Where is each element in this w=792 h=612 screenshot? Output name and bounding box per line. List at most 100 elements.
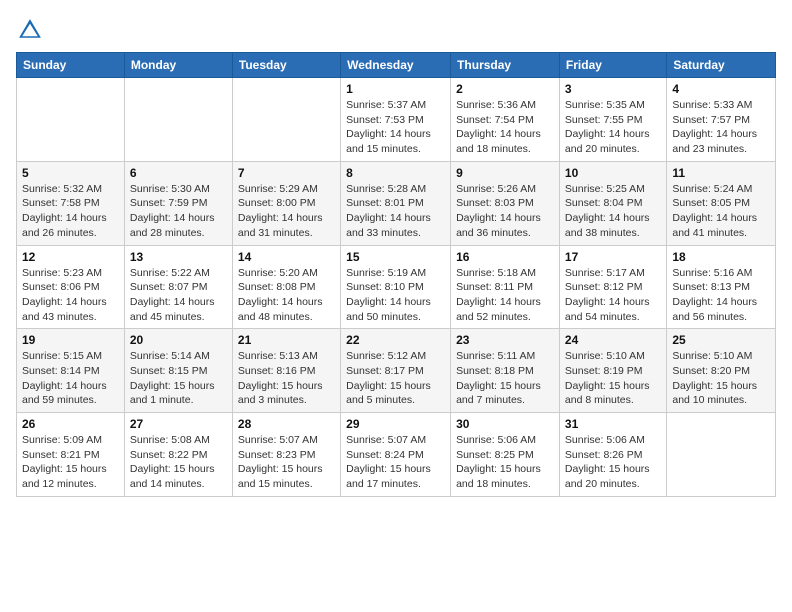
day-number: 25 <box>672 333 770 347</box>
week-row-2: 5 Sunrise: 5:32 AM Sunset: 7:58 PM Daylig… <box>17 161 776 245</box>
day-info: Sunrise: 5:17 AM Sunset: 8:12 PM Dayligh… <box>565 266 661 325</box>
week-row-3: 12 Sunrise: 5:23 AM Sunset: 8:06 PM Dayli… <box>17 245 776 329</box>
logo-icon <box>16 16 44 44</box>
day-number: 5 <box>22 166 119 180</box>
day-info: Sunrise: 5:06 AM Sunset: 8:25 PM Dayligh… <box>456 433 554 492</box>
day-number: 27 <box>130 417 227 431</box>
page-header <box>16 16 776 44</box>
day-header-monday: Monday <box>124 53 232 78</box>
logo <box>16 16 48 44</box>
calendar-cell: 31Sunrise: 5:06 AM Sunset: 8:26 PM Dayli… <box>559 413 666 497</box>
calendar-cell: 13 Sunrise: 5:22 AM Sunset: 8:07 PM Dayli… <box>124 245 232 329</box>
day-number: 16 <box>456 250 554 264</box>
day-info: Sunrise: 5:10 AM Sunset: 8:19 PM Dayligh… <box>565 349 661 408</box>
day-number: 4 <box>672 82 770 96</box>
day-info: Sunrise: 5:22 AM Sunset: 8:07 PM Dayligh… <box>130 266 227 325</box>
calendar-cell: 7 Sunrise: 5:29 AM Sunset: 8:00 PM Daylig… <box>232 161 340 245</box>
day-info: Sunrise: 5:09 AM Sunset: 8:21 PM Dayligh… <box>22 433 119 492</box>
day-number: 28 <box>238 417 335 431</box>
calendar-cell: 10Sunrise: 5:25 AM Sunset: 8:04 PM Dayli… <box>559 161 666 245</box>
day-header-friday: Friday <box>559 53 666 78</box>
calendar-header-row: SundayMondayTuesdayWednesdayThursdayFrid… <box>17 53 776 78</box>
day-info: Sunrise: 5:36 AM Sunset: 7:54 PM Dayligh… <box>456 98 554 157</box>
calendar-cell <box>124 78 232 162</box>
calendar-cell: 6 Sunrise: 5:30 AM Sunset: 7:59 PM Daylig… <box>124 161 232 245</box>
day-number: 12 <box>22 250 119 264</box>
calendar-cell: 1Sunrise: 5:37 AM Sunset: 7:53 PM Daylig… <box>341 78 451 162</box>
day-info: Sunrise: 5:29 AM Sunset: 8:00 PM Dayligh… <box>238 182 335 241</box>
calendar-cell <box>667 413 776 497</box>
day-info: Sunrise: 5:26 AM Sunset: 8:03 PM Dayligh… <box>456 182 554 241</box>
day-info: Sunrise: 5:35 AM Sunset: 7:55 PM Dayligh… <box>565 98 661 157</box>
day-number: 21 <box>238 333 335 347</box>
calendar-cell: 25 Sunrise: 5:10 AM Sunset: 8:20 PM Dayli… <box>667 329 776 413</box>
day-info: Sunrise: 5:37 AM Sunset: 7:53 PM Dayligh… <box>346 98 445 157</box>
day-number: 30 <box>456 417 554 431</box>
day-number: 3 <box>565 82 661 96</box>
calendar-cell: 21 Sunrise: 5:13 AM Sunset: 8:16 PM Dayli… <box>232 329 340 413</box>
week-row-4: 19Sunrise: 5:15 AM Sunset: 8:14 PM Dayli… <box>17 329 776 413</box>
calendar-cell: 28 Sunrise: 5:07 AM Sunset: 8:23 PM Dayli… <box>232 413 340 497</box>
day-number: 2 <box>456 82 554 96</box>
day-info: Sunrise: 5:20 AM Sunset: 8:08 PM Dayligh… <box>238 266 335 325</box>
calendar-cell: 14 Sunrise: 5:20 AM Sunset: 8:08 PM Dayli… <box>232 245 340 329</box>
calendar-cell: 9 Sunrise: 5:26 AM Sunset: 8:03 PM Daylig… <box>451 161 560 245</box>
day-number: 7 <box>238 166 335 180</box>
day-number: 6 <box>130 166 227 180</box>
day-info: Sunrise: 5:32 AM Sunset: 7:58 PM Dayligh… <box>22 182 119 241</box>
day-info: Sunrise: 5:11 AM Sunset: 8:18 PM Dayligh… <box>456 349 554 408</box>
day-info: Sunrise: 5:15 AM Sunset: 8:14 PM Dayligh… <box>22 349 119 408</box>
day-info: Sunrise: 5:18 AM Sunset: 8:11 PM Dayligh… <box>456 266 554 325</box>
day-info: Sunrise: 5:08 AM Sunset: 8:22 PM Dayligh… <box>130 433 227 492</box>
calendar-cell: 15Sunrise: 5:19 AM Sunset: 8:10 PM Dayli… <box>341 245 451 329</box>
calendar-cell: 11Sunrise: 5:24 AM Sunset: 8:05 PM Dayli… <box>667 161 776 245</box>
day-number: 29 <box>346 417 445 431</box>
day-info: Sunrise: 5:28 AM Sunset: 8:01 PM Dayligh… <box>346 182 445 241</box>
day-header-sunday: Sunday <box>17 53 125 78</box>
calendar-cell: 30 Sunrise: 5:06 AM Sunset: 8:25 PM Dayli… <box>451 413 560 497</box>
day-info: Sunrise: 5:16 AM Sunset: 8:13 PM Dayligh… <box>672 266 770 325</box>
day-header-thursday: Thursday <box>451 53 560 78</box>
day-number: 22 <box>346 333 445 347</box>
day-info: Sunrise: 5:07 AM Sunset: 8:23 PM Dayligh… <box>238 433 335 492</box>
calendar-cell: 8Sunrise: 5:28 AM Sunset: 8:01 PM Daylig… <box>341 161 451 245</box>
day-number: 20 <box>130 333 227 347</box>
day-info: Sunrise: 5:30 AM Sunset: 7:59 PM Dayligh… <box>130 182 227 241</box>
day-header-tuesday: Tuesday <box>232 53 340 78</box>
day-number: 9 <box>456 166 554 180</box>
day-info: Sunrise: 5:23 AM Sunset: 8:06 PM Dayligh… <box>22 266 119 325</box>
week-row-5: 26Sunrise: 5:09 AM Sunset: 8:21 PM Dayli… <box>17 413 776 497</box>
calendar-table: SundayMondayTuesdayWednesdayThursdayFrid… <box>16 52 776 497</box>
calendar-cell: 19Sunrise: 5:15 AM Sunset: 8:14 PM Dayli… <box>17 329 125 413</box>
day-number: 23 <box>456 333 554 347</box>
calendar-cell: 16 Sunrise: 5:18 AM Sunset: 8:11 PM Dayli… <box>451 245 560 329</box>
calendar-cell: 24 Sunrise: 5:10 AM Sunset: 8:19 PM Dayli… <box>559 329 666 413</box>
day-number: 10 <box>565 166 661 180</box>
calendar-cell: 17 Sunrise: 5:17 AM Sunset: 8:12 PM Dayli… <box>559 245 666 329</box>
day-info: Sunrise: 5:14 AM Sunset: 8:15 PM Dayligh… <box>130 349 227 408</box>
day-number: 17 <box>565 250 661 264</box>
day-info: Sunrise: 5:13 AM Sunset: 8:16 PM Dayligh… <box>238 349 335 408</box>
calendar-cell: 4 Sunrise: 5:33 AM Sunset: 7:57 PM Daylig… <box>667 78 776 162</box>
day-number: 15 <box>346 250 445 264</box>
day-number: 18 <box>672 250 770 264</box>
day-header-saturday: Saturday <box>667 53 776 78</box>
week-row-1: 1Sunrise: 5:37 AM Sunset: 7:53 PM Daylig… <box>17 78 776 162</box>
day-info: Sunrise: 5:10 AM Sunset: 8:20 PM Dayligh… <box>672 349 770 408</box>
calendar-cell: 29Sunrise: 5:07 AM Sunset: 8:24 PM Dayli… <box>341 413 451 497</box>
calendar-cell: 2 Sunrise: 5:36 AM Sunset: 7:54 PM Daylig… <box>451 78 560 162</box>
calendar-cell: 5 Sunrise: 5:32 AM Sunset: 7:58 PM Daylig… <box>17 161 125 245</box>
calendar-cell <box>17 78 125 162</box>
calendar-cell: 27 Sunrise: 5:08 AM Sunset: 8:22 PM Dayli… <box>124 413 232 497</box>
day-number: 31 <box>565 417 661 431</box>
day-number: 24 <box>565 333 661 347</box>
calendar-cell: 22Sunrise: 5:12 AM Sunset: 8:17 PM Dayli… <box>341 329 451 413</box>
day-number: 13 <box>130 250 227 264</box>
calendar-cell: 18 Sunrise: 5:16 AM Sunset: 8:13 PM Dayli… <box>667 245 776 329</box>
day-number: 14 <box>238 250 335 264</box>
calendar-cell: 3 Sunrise: 5:35 AM Sunset: 7:55 PM Daylig… <box>559 78 666 162</box>
day-info: Sunrise: 5:33 AM Sunset: 7:57 PM Dayligh… <box>672 98 770 157</box>
calendar-cell: 26Sunrise: 5:09 AM Sunset: 8:21 PM Dayli… <box>17 413 125 497</box>
day-header-wednesday: Wednesday <box>341 53 451 78</box>
day-number: 11 <box>672 166 770 180</box>
